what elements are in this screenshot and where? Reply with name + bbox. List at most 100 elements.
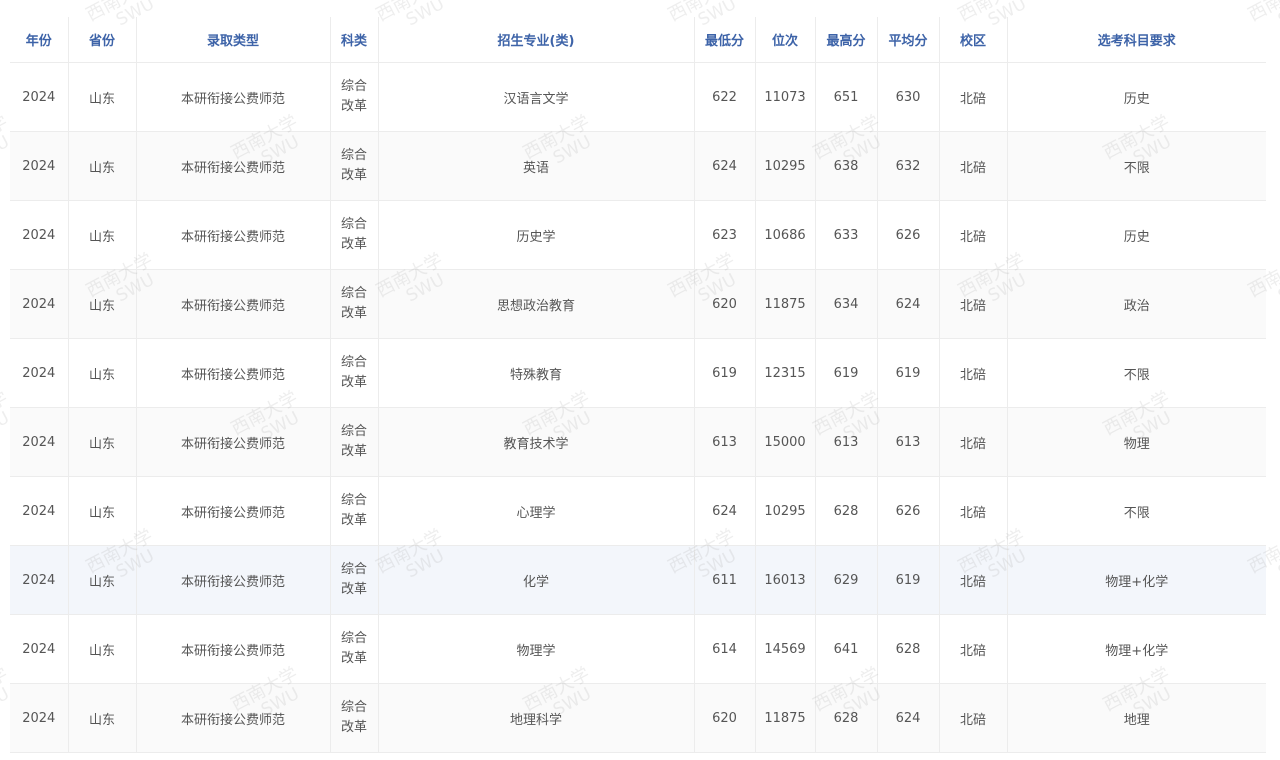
cell-rank: 11875: [755, 683, 816, 753]
cell-admission-type: 本研衔接公费师范: [136, 200, 331, 270]
category-line-2: 改革: [340, 375, 367, 390]
table-row[interactable]: 2024 山东 本研衔接公费师范 综合 改革 历史学 623 10686 633 626 北碚 历史: [10, 200, 1266, 270]
cell-rank: 11875: [755, 269, 816, 339]
category-line-1: 综合: [340, 700, 367, 715]
page: 年份 省份 录取类型 科类 招生专业(类) 最低分 位次 最高分 平均分 校区 …: [0, 0, 1280, 760]
cell-min-score: 613: [694, 407, 756, 477]
cell-min-score: 623: [694, 200, 756, 270]
cell-avg-score: 619: [877, 545, 940, 615]
cell-campus: 北碚: [939, 269, 1008, 339]
category-line-2: 改革: [340, 582, 367, 597]
cell-province: 山东: [68, 131, 137, 201]
cell-campus: 北碚: [939, 338, 1008, 408]
cell-province: 山东: [68, 614, 137, 684]
cell-rank: 11073: [755, 62, 816, 132]
cell-year: 2024: [10, 407, 69, 477]
cell-admission-type: 本研衔接公费师范: [136, 683, 331, 753]
cell-major: 英语: [378, 131, 695, 201]
cell-admission-type: 本研衔接公费师范: [136, 545, 331, 615]
cell-province: 山东: [68, 200, 137, 270]
cell-category: 综合 改革: [330, 683, 379, 753]
cell-year: 2024: [10, 545, 69, 615]
admission-score-table-container: 年份 省份 录取类型 科类 招生专业(类) 最低分 位次 最高分 平均分 校区 …: [10, 17, 1266, 753]
cell-major: 化学: [378, 545, 695, 615]
cell-max-score: 634: [815, 269, 878, 339]
category-line-2: 改革: [340, 306, 367, 321]
column-header-category: 科类: [330, 17, 379, 63]
cell-avg-score: 613: [877, 407, 940, 477]
cell-year: 2024: [10, 338, 69, 408]
column-header-avg-score: 平均分: [877, 17, 940, 63]
cell-category: 综合 改革: [330, 407, 379, 477]
cell-max-score: 613: [815, 407, 878, 477]
cell-min-score: 614: [694, 614, 756, 684]
cell-major: 历史学: [378, 200, 695, 270]
cell-major: 教育技术学: [378, 407, 695, 477]
category-line-1: 综合: [340, 79, 367, 94]
cell-category: 综合 改革: [330, 131, 379, 201]
category-line-2: 改革: [340, 237, 367, 252]
column-header-min-score: 最低分: [694, 17, 756, 63]
cell-admission-type: 本研衔接公费师范: [136, 131, 331, 201]
cell-max-score: 619: [815, 338, 878, 408]
cell-avg-score: 624: [877, 269, 940, 339]
category-line-2: 改革: [340, 99, 367, 114]
cell-campus: 北碚: [939, 476, 1008, 546]
cell-min-score: 624: [694, 476, 756, 546]
cell-year: 2024: [10, 131, 69, 201]
table-row[interactable]: 2024 山东 本研衔接公费师范 综合 改革 心理学 624 10295 628 626 北碚 不限: [10, 476, 1266, 546]
table-row[interactable]: 2024 山东 本研衔接公费师范 综合 改革 特殊教育 619 12315 619 619 北碚 不限: [10, 338, 1266, 408]
cell-max-score: 641: [815, 614, 878, 684]
cell-rank: 10295: [755, 131, 816, 201]
category-line-1: 综合: [340, 562, 367, 577]
cell-rank: 10686: [755, 200, 816, 270]
cell-subject-requirement: 历史: [1007, 62, 1266, 132]
cell-admission-type: 本研衔接公费师范: [136, 476, 331, 546]
category-line-2: 改革: [340, 720, 367, 735]
cell-subject-requirement: 不限: [1007, 338, 1266, 408]
category-line-2: 改革: [340, 651, 367, 666]
table-header: 年份 省份 录取类型 科类 招生专业(类) 最低分 位次 最高分 平均分 校区 …: [10, 17, 1266, 63]
category-line-2: 改革: [340, 444, 367, 459]
cell-province: 山东: [68, 338, 137, 408]
cell-province: 山东: [68, 545, 137, 615]
cell-year: 2024: [10, 62, 69, 132]
cell-year: 2024: [10, 683, 69, 753]
category-line-1: 综合: [340, 424, 367, 439]
cell-subject-requirement: 政治: [1007, 269, 1266, 339]
cell-subject-requirement: 物理: [1007, 407, 1266, 477]
cell-max-score: 638: [815, 131, 878, 201]
cell-max-score: 628: [815, 476, 878, 546]
column-header-subject-requirement: 选考科目要求: [1007, 17, 1266, 63]
cell-campus: 北碚: [939, 62, 1008, 132]
cell-avg-score: 624: [877, 683, 940, 753]
table-row[interactable]: 2024 山东 本研衔接公费师范 综合 改革 地理科学 620 11875 628 624 北碚 地理: [10, 683, 1266, 753]
cell-province: 山东: [68, 476, 137, 546]
table-row[interactable]: 2024 山东 本研衔接公费师范 综合 改革 汉语言文学 622 11073 651 630 北碚历…: [10, 62, 1266, 132]
cell-min-score: 619: [694, 338, 756, 408]
cell-major: 地理科学: [378, 683, 695, 753]
table-row[interactable]: 2024 山东 本研衔接公费师范 综合 改革 英语 624 10295 638 632 北碚 不限: [10, 131, 1266, 201]
category-line-1: 综合: [340, 286, 367, 301]
table-row[interactable]: 2024 山东 本研衔接公费师范 综合 改革 教育技术学 613 15000 613 613 北碚物…: [10, 407, 1266, 477]
table-row[interactable]: 2024 山东 本研衔接公费师范 综合 改革 思想政治教育 620 11875 634 624 北碚…: [10, 269, 1266, 339]
cell-subject-requirement: 不限: [1007, 131, 1266, 201]
cell-campus: 北碚: [939, 407, 1008, 477]
cell-major: 汉语言文学: [378, 62, 695, 132]
cell-category: 综合 改革: [330, 545, 379, 615]
cell-province: 山东: [68, 269, 137, 339]
cell-max-score: 651: [815, 62, 878, 132]
category-line-2: 改革: [340, 168, 367, 183]
cell-major: 物理学: [378, 614, 695, 684]
cell-admission-type: 本研衔接公费师范: [136, 614, 331, 684]
cell-avg-score: 626: [877, 200, 940, 270]
cell-min-score: 620: [694, 269, 756, 339]
category-line-1: 综合: [340, 217, 367, 232]
cell-subject-requirement: 不限: [1007, 476, 1266, 546]
table-row[interactable]: 2024 山东 本研衔接公费师范 综合 改革 物理学 614 14569 641 628 北碚 物理+…: [10, 614, 1266, 684]
table-body: 2024 山东 本研衔接公费师范 综合 改革 汉语言文学 622 11073 651 630 北碚历…: [10, 62, 1266, 753]
cell-avg-score: 632: [877, 131, 940, 201]
table-row[interactable]: 2024 山东 本研衔接公费师范 综合 改革 化学 611 16013 629 619 北碚 物理+化…: [10, 545, 1266, 615]
category-line-2: 改革: [340, 513, 367, 528]
cell-avg-score: 626: [877, 476, 940, 546]
